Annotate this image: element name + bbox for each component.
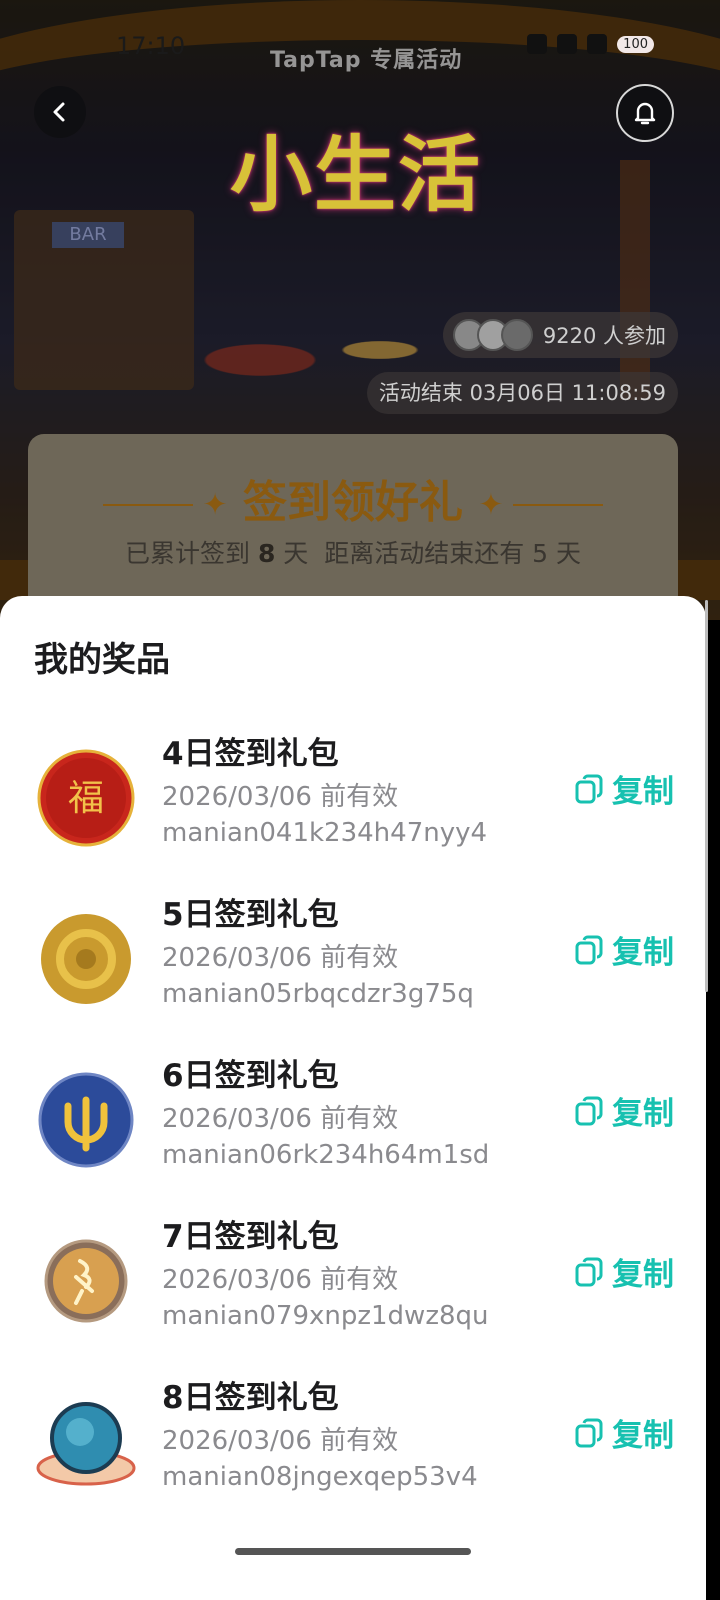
- battery-indicator: 100: [617, 35, 654, 53]
- remaining-days: 距离活动结束还有 5 天: [324, 539, 582, 568]
- copy-button[interactable]: 复制: [574, 927, 674, 972]
- cat-icon: [557, 34, 578, 54]
- prize-item: 7日签到礼包 2026/03/06 前有效 manian079xnpz1dwz8…: [0, 1211, 706, 1351]
- participant-avatars: [452, 319, 533, 351]
- bar-sign: BAR: [52, 222, 124, 248]
- my-prizes-sheet[interactable]: 我的奖品 福 4日签到礼包 2026/03/06 前有效 manian041k2…: [0, 596, 708, 1600]
- prize-code: manian079xnpz1dwz8qu: [162, 1301, 489, 1331]
- prize-item: 6日签到礼包 2026/03/06 前有效 manian06rk234h64m1…: [0, 1050, 706, 1190]
- copy-icon: [575, 935, 603, 964]
- close-box-icon: [587, 34, 608, 54]
- copy-button[interactable]: 复制: [574, 1410, 674, 1455]
- prize-name: 4日签到礼包: [162, 736, 339, 772]
- gold-coin-icon: [41, 914, 131, 1004]
- prize-validity: 2026/03/06 前有效: [162, 1426, 399, 1456]
- end-time-pill: 活动结束 03月06日 11:08:59: [366, 372, 678, 414]
- copy-label: 复制: [612, 1096, 674, 1132]
- crystal-ball-icon: [36, 1402, 136, 1486]
- divider: [513, 504, 604, 506]
- copy-label: 复制: [612, 1418, 674, 1454]
- sheet-title: 我的奖品: [34, 640, 170, 680]
- glyph-coin-icon: [44, 1239, 128, 1323]
- notification-icon: [527, 34, 548, 54]
- prize-item: 8日签到礼包 2026/03/06 前有效 manian08jngexqep53…: [0, 1372, 706, 1512]
- copy-icon: [575, 1257, 603, 1286]
- chevron-left-icon: [53, 102, 65, 122]
- prize-name: 8日签到礼包: [162, 1380, 339, 1416]
- prize-validity: 2026/03/06 前有效: [162, 943, 399, 973]
- prize-name: 6日签到礼包: [162, 1058, 339, 1094]
- prize-code: manian08jngexqep53v4: [162, 1462, 478, 1492]
- prize-code: manian041k234h47nyy4: [162, 818, 488, 848]
- prize-item: 福 4日签到礼包 2026/03/06 前有效 manian041k234h47…: [0, 728, 706, 868]
- home-indicator[interactable]: [235, 1548, 471, 1555]
- back-button[interactable]: [34, 86, 86, 138]
- prize-item: 5日签到礼包 2026/03/06 前有效 manian05rbqcdzr3g7…: [0, 889, 706, 1029]
- copy-icon: [575, 774, 603, 803]
- fu-coin-icon: 福: [37, 749, 135, 847]
- prize-code: manian05rbqcdzr3g75q: [162, 979, 474, 1009]
- status-icons: 100: [527, 34, 654, 54]
- clock: 17:10: [116, 32, 186, 60]
- prize-code: manian06rk234h64m1sd: [162, 1140, 490, 1170]
- copy-button[interactable]: 复制: [574, 1088, 674, 1133]
- prize-validity: 2026/03/06 前有效: [162, 1265, 399, 1295]
- copy-button[interactable]: 复制: [574, 1249, 674, 1294]
- trident-coin-icon: [38, 1072, 134, 1168]
- copy-icon: [575, 1418, 603, 1447]
- participants-pill[interactable]: 9220 人参加: [442, 312, 678, 358]
- copy-label: 复制: [612, 774, 674, 810]
- status-bar: 17:10 TapTap 专属活动 100: [0, 28, 720, 73]
- summary-suffix: 天: [283, 539, 309, 568]
- checkin-days: 8: [257, 539, 276, 568]
- tree-illustration: [620, 160, 650, 400]
- copy-button[interactable]: 复制: [574, 766, 674, 811]
- sparkle-icon: ✦: [478, 487, 504, 523]
- prize-name: 7日签到礼包: [162, 1219, 339, 1255]
- checkin-title: 签到领好礼: [243, 477, 463, 528]
- avatar: [500, 319, 533, 351]
- activity-title: 小生活: [230, 128, 483, 223]
- copy-label: 复制: [612, 1257, 674, 1293]
- summary-prefix: 已累计签到: [124, 539, 250, 568]
- svg-text:福: 福: [68, 778, 104, 819]
- prize-name: 5日签到礼包: [162, 897, 339, 933]
- brand-label: TapTap 专属活动: [270, 48, 463, 73]
- checkin-summary: 已累计签到 8 天 距离活动结束还有 5 天: [28, 534, 678, 570]
- prize-validity: 2026/03/06 前有效: [162, 1104, 399, 1134]
- bell-icon: [634, 102, 656, 125]
- divider: [102, 504, 193, 506]
- sparkle-icon: ✦: [202, 487, 228, 523]
- copy-label: 复制: [612, 935, 674, 971]
- prize-validity: 2026/03/06 前有效: [162, 782, 399, 812]
- copy-icon: [575, 1096, 603, 1125]
- checkin-title-row: ✦ 签到领好礼 ✦: [28, 466, 678, 530]
- subscribe-button[interactable]: [616, 84, 674, 142]
- participants-count: 9220 人参加: [542, 324, 666, 348]
